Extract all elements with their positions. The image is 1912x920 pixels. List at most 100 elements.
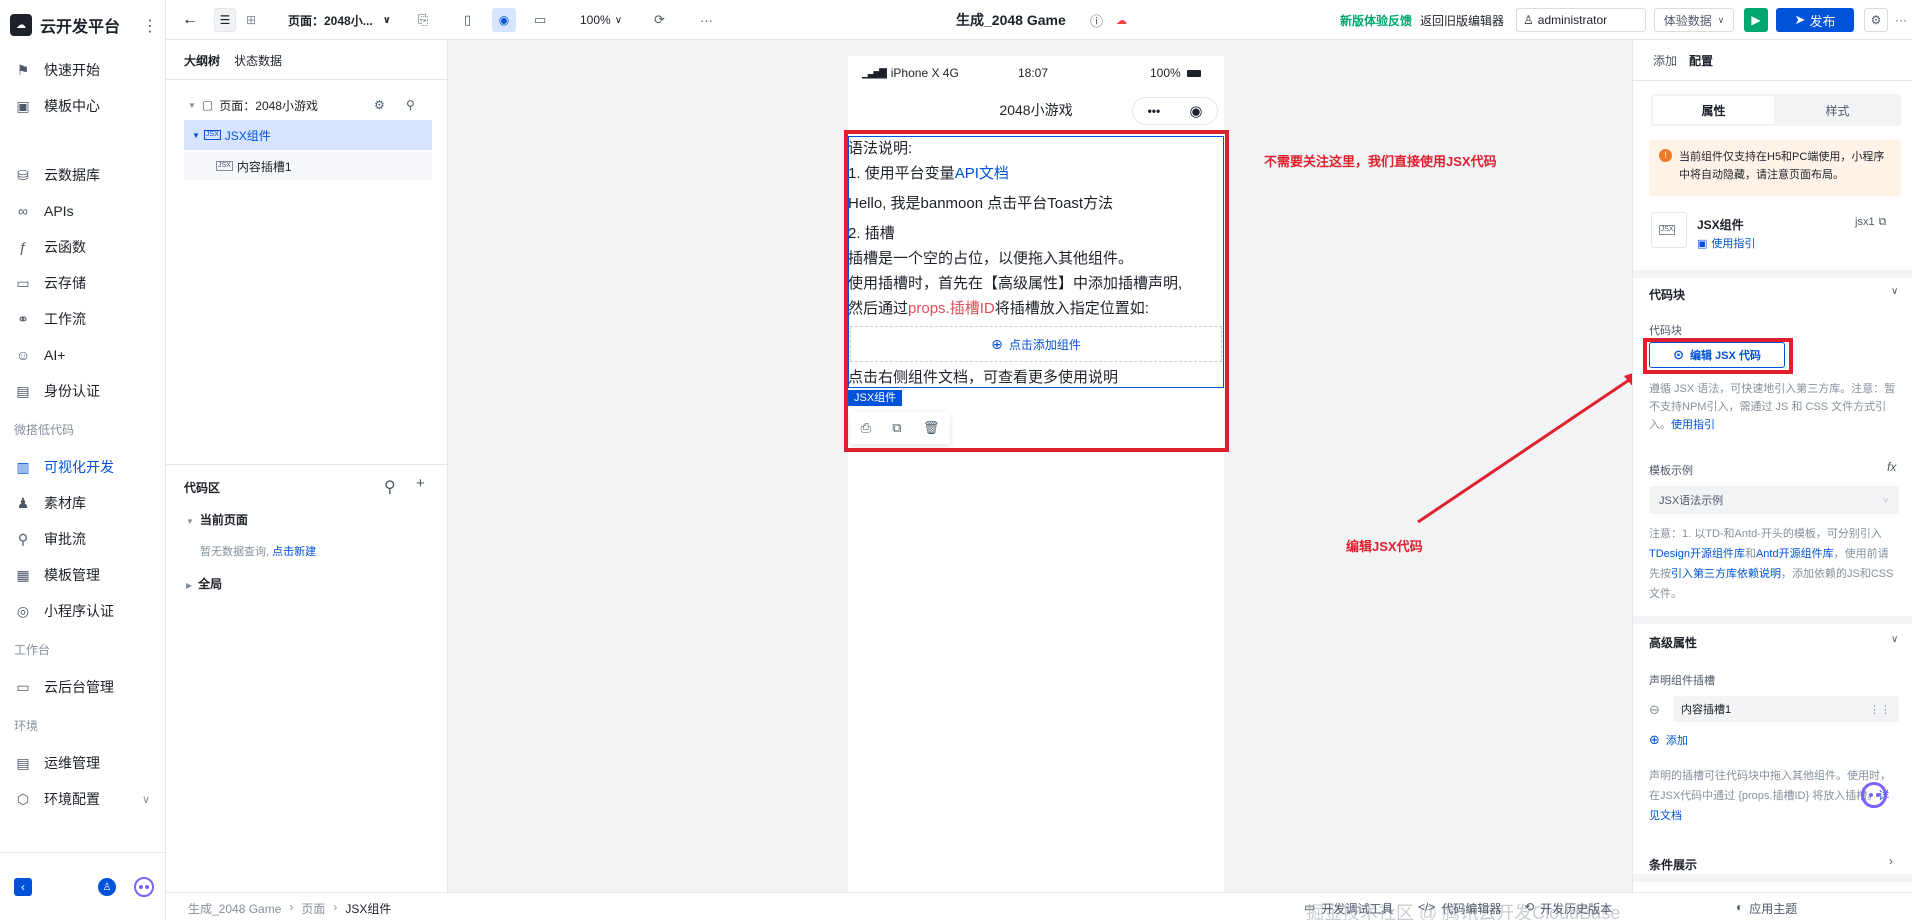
nav-item-template-manage[interactable]: ▦ 模板管理	[0, 557, 166, 593]
tab-props[interactable]: 属性	[1653, 96, 1774, 124]
robot-icon: ☺	[15, 347, 31, 363]
settings-icon[interactable]: ⚙	[374, 98, 385, 112]
return-old-editor-link[interactable]: 返回旧版编辑器	[1420, 0, 1504, 40]
chevron-down-icon[interactable]: ∨	[1891, 634, 1898, 645]
chevron-right-icon[interactable]: ›	[1889, 854, 1893, 868]
annotation-note-edit: 编辑JSX代码	[1346, 539, 1423, 554]
nav-item-miniprogram[interactable]: ◎ 小程序认证	[0, 593, 166, 629]
chevron-down-icon: ∨	[614, 14, 623, 26]
more-vertical-icon[interactable]: ⋮	[142, 16, 158, 36]
chevron-down-icon: ∨	[1717, 14, 1725, 25]
data-mode-select[interactable]: 体验数据 ∨	[1654, 8, 1734, 32]
usage-guide-link[interactable]: ▣ 使用指引	[1697, 235, 1755, 251]
nav-item-env-config[interactable]: ⬡ 环境配置 ∨	[0, 781, 166, 817]
code-editor-button[interactable]: </> 代码编辑器	[1418, 900, 1501, 917]
nav-item-quick-start[interactable]: ⚑ 快速开始	[0, 52, 166, 88]
tab-state-data[interactable]: 状态数据	[234, 52, 282, 80]
nav-item-apis[interactable]: ∞ APIs	[0, 193, 166, 229]
responsive-view-icon[interactable]: ◉	[492, 8, 516, 32]
nav-item-ai[interactable]: ☺ AI+	[0, 337, 166, 373]
zoom-select[interactable]: 100% ∨	[580, 0, 622, 40]
annotation-box-edit	[1643, 338, 1793, 374]
tab-add[interactable]: 添加	[1653, 52, 1677, 69]
collapse-sidebar-button[interactable]: ‹	[14, 878, 32, 896]
desktop-view-icon[interactable]: ▭	[534, 0, 546, 40]
page-icon[interactable]: ☰	[214, 8, 236, 32]
remove-slot-icon[interactable]: ⊖	[1649, 702, 1660, 718]
nav-item-workflow[interactable]: ⚭ 工作流	[0, 301, 166, 337]
nav-item-visual-dev[interactable]: ▥ 可视化开发	[0, 449, 166, 485]
nav-item-approval[interactable]: ⚲ 审批流	[0, 521, 166, 557]
jsx-component-icon: JSX	[203, 130, 221, 140]
tree-node-page[interactable]: ▼ ▢ 页面：2048小游戏 ⚙ ⚲	[166, 90, 448, 120]
breadcrumb-component[interactable]: JSX组件	[345, 900, 391, 917]
run-button[interactable]: ▶	[1744, 8, 1768, 32]
sidebar-footer: ‹ ♙	[0, 852, 166, 920]
feedback-link[interactable]: 新版体验反馈	[1340, 0, 1412, 40]
page-selector[interactable]: 页面：2048小... ∨	[288, 0, 391, 40]
capsule-menu[interactable]: ••• ◉	[1132, 97, 1218, 125]
add-slot-button[interactable]: ⊕ 添加	[1649, 732, 1688, 748]
refresh-icon[interactable]: ⟳	[654, 0, 665, 40]
nav-item-storage[interactable]: ▭ 云存储	[0, 265, 166, 301]
tab-style[interactable]: 样式	[1776, 96, 1899, 124]
more-options-button[interactable]: ···	[1894, 8, 1908, 32]
publish-button[interactable]: ➤ 发布	[1776, 8, 1854, 32]
nav-item-functions[interactable]: ƒ 云函数	[0, 229, 166, 265]
assistant-icon[interactable]	[134, 877, 154, 897]
search-icon[interactable]: ⚲	[406, 98, 415, 112]
chevron-down-icon[interactable]: ∨	[1891, 286, 1898, 297]
brand[interactable]: ☁ 云开发平台	[10, 12, 120, 38]
left-sidebar: ☁ 云开发平台 ⋮ ⚑ 快速开始 ▣ 模板中心 ⛁ 云数据库 ∞ APIs ƒ 云函数 ▭…	[0, 0, 166, 920]
drag-handle-icon[interactable]: ⋮⋮	[1869, 703, 1891, 716]
usage-guide-link-2[interactable]: 使用指引	[1671, 419, 1715, 431]
debug-tools-button[interactable]: ▭ 开发调试工具	[1304, 900, 1393, 917]
formula-icon[interactable]: fx	[1887, 460, 1896, 474]
nav-item-auth[interactable]: ▤ 身份认证	[0, 373, 166, 409]
new-page-icon[interactable]: ⎘	[418, 0, 428, 40]
layout-icon[interactable]: ⊞	[240, 8, 262, 32]
global-group[interactable]: ▶ 全局	[186, 575, 222, 592]
info-icon[interactable]: ⓘ	[1090, 0, 1103, 40]
template-select[interactable]: JSX语法示例 ∨	[1649, 486, 1899, 514]
more-icon[interactable]: ···	[700, 0, 713, 40]
add-icon[interactable]: +	[416, 475, 425, 492]
user-icon[interactable]: ♙	[98, 878, 116, 896]
settings-icon[interactable]: ⚙	[1864, 8, 1888, 32]
tree-node-jsx[interactable]: ▼ JSX JSX组件	[184, 120, 432, 150]
tab-config[interactable]: 配置	[1689, 52, 1713, 69]
user-button[interactable]: ♙ administrator	[1516, 8, 1646, 32]
nav-item-template-center[interactable]: ▣ 模板中心	[0, 88, 166, 124]
brand-name: 云开发平台	[40, 19, 121, 36]
current-page-group[interactable]: ▼ 当前页面	[186, 511, 248, 528]
breadcrumb-app[interactable]: 生成_2048 Game	[188, 900, 281, 917]
nav-item-ops[interactable]: ▤ 运维管理	[0, 745, 166, 781]
battery-icon	[1186, 69, 1201, 77]
copy-icon[interactable]: ⧉	[1879, 216, 1887, 228]
breadcrumb-page[interactable]: 页面	[301, 900, 325, 917]
book-icon: ▣	[1697, 238, 1708, 250]
create-query-link[interactable]: 点击新建	[272, 546, 316, 558]
nav-item-database[interactable]: ⛁ 云数据库	[0, 157, 166, 193]
slot-name-input[interactable]: 内容插槽1 ⋮⋮	[1673, 696, 1899, 722]
search-icon[interactable]: ⚲	[384, 477, 396, 497]
nav-item-backend[interactable]: ▭ 云后台管理	[0, 669, 166, 705]
ai-assistant-icon[interactable]	[1861, 782, 1887, 808]
empty-query-text: 暂无数据查询, 点击新建	[200, 546, 317, 558]
history-button[interactable]: ⟲ 开发历史版本	[1524, 900, 1612, 917]
nav-group-workbench: ▭ 云后台管理	[0, 669, 166, 705]
tab-divider	[1633, 80, 1912, 81]
tree-node-slot[interactable]: JSX 内容插槽1	[184, 152, 432, 180]
id-card-icon: ▤	[16, 382, 30, 399]
nav-group-env-label: 环境	[14, 718, 39, 733]
tab-outline-tree[interactable]: 大纲树	[184, 52, 220, 80]
ops-icon: ▤	[16, 754, 30, 771]
code-block-title: 代码块	[1649, 288, 1686, 302]
nav-item-assets[interactable]: ♟ 素材库	[0, 485, 166, 521]
component-id: jsx1 ⧉	[1855, 216, 1887, 228]
mobile-view-icon[interactable]: ▯	[464, 0, 471, 40]
visual-dev-icon: ▥	[16, 458, 30, 475]
app-theme-button[interactable]: ◐ 应用主题	[1736, 900, 1797, 917]
back-arrow-icon[interactable]: ←	[182, 0, 198, 40]
outline-tabs: 大纲树 状态数据	[166, 40, 447, 80]
